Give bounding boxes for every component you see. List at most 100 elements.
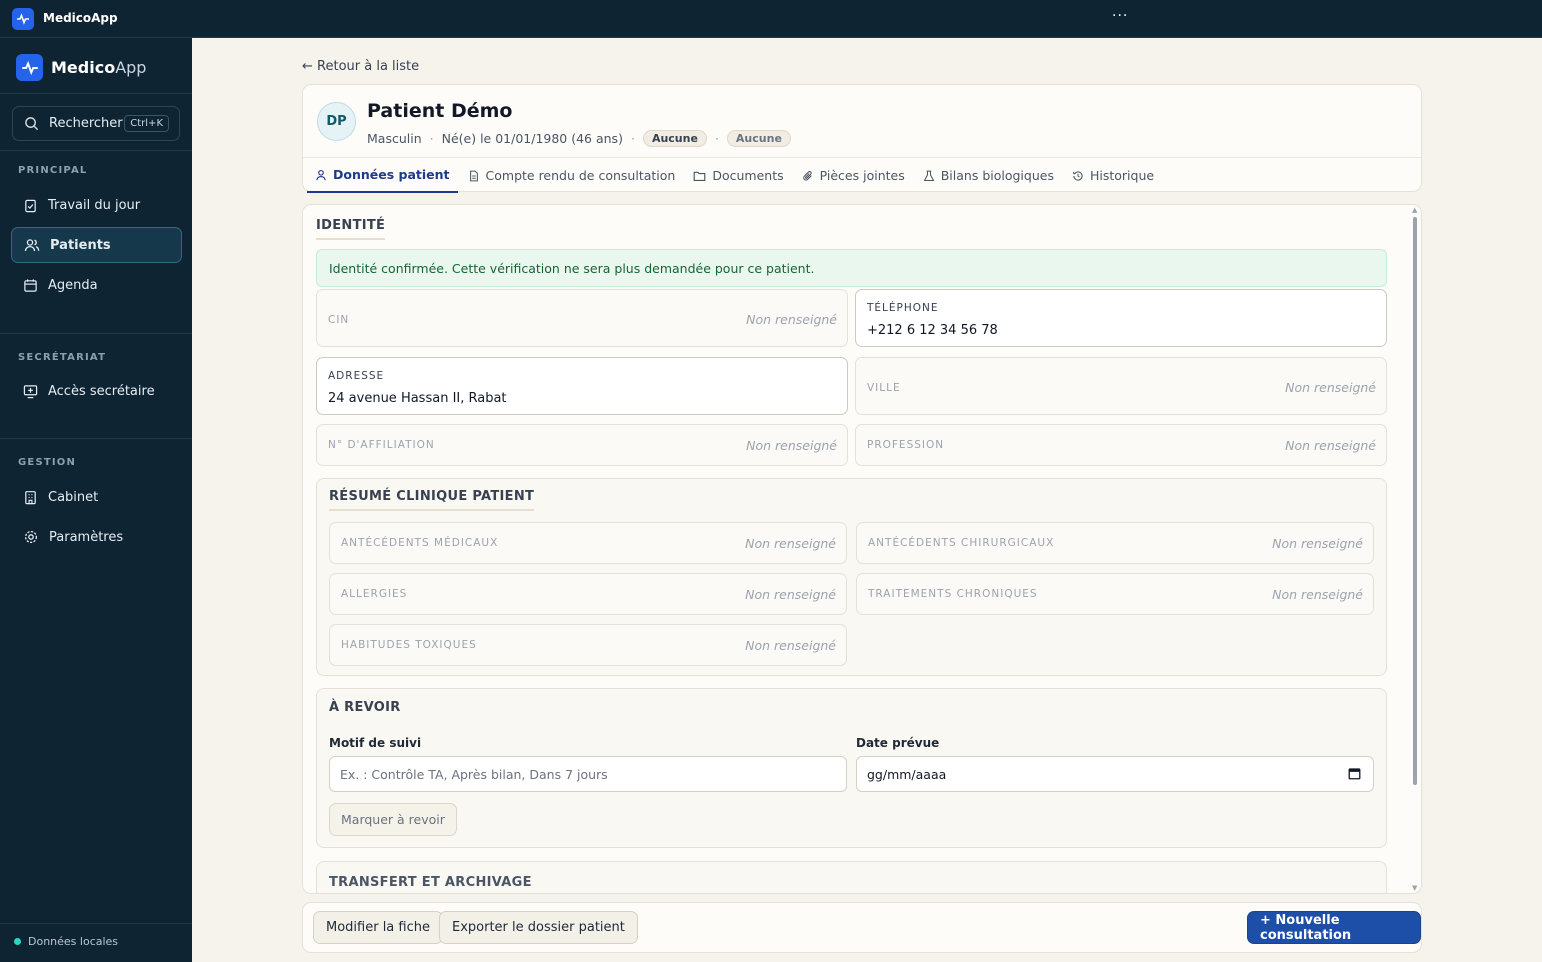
field-empty-value: Non renseigné [1285, 438, 1376, 453]
field-antecedents-chirurgicaux[interactable]: ANTÉCÉDENTS CHIRURGICAUX Non renseigné [856, 522, 1374, 564]
users-icon [24, 239, 40, 252]
tab-donnees-patient[interactable]: Données patient [307, 158, 458, 193]
sidebar-item-secretaire[interactable]: Accès secrétaire [11, 373, 182, 409]
window-menu-button[interactable]: ··· [1112, 8, 1128, 24]
search-button[interactable]: Rechercher Ctrl+K [12, 106, 180, 141]
sidebar-item-label: Paramètres [49, 529, 124, 545]
field-allergies[interactable]: ALLERGIES Non renseigné [329, 573, 847, 615]
search-icon [25, 117, 39, 131]
field-empty-value: Non renseigné [745, 536, 836, 551]
divider [0, 333, 192, 334]
section-title-a-revoir: À REVOIR [329, 700, 401, 715]
section-label-principal: PRINCIPAL [18, 165, 88, 176]
section-label-gestion: GESTION [18, 457, 77, 468]
tab-label: Bilans biologiques [940, 168, 1054, 183]
field-empty-value: Non renseigné [745, 587, 836, 602]
monitor-plus-icon [23, 384, 38, 398]
field-label: N° D'AFFILIATION [328, 439, 435, 451]
sidebar-item-travail[interactable]: Travail du jour [11, 187, 182, 223]
transfer-card: TRANSFERT ET ARCHIVAGE [316, 861, 1387, 893]
field-empty-value: Non renseigné [746, 312, 837, 327]
patient-sex: Masculin [367, 131, 422, 146]
sidebar-item-agenda[interactable]: Agenda [11, 267, 182, 303]
sidebar-item-label: Accès secrétaire [48, 383, 155, 399]
app-logo-icon [12, 8, 34, 30]
field-empty-value: Non renseigné [1285, 380, 1376, 395]
file-text-icon [469, 170, 478, 181]
avatar: DP [317, 102, 356, 141]
date-input[interactable]: gg/mm/aaaa [856, 756, 1374, 792]
status-badge: Aucune [726, 130, 791, 147]
separator: · [429, 131, 434, 146]
section-title-identite: IDENTITÉ [316, 218, 386, 240]
divider [0, 438, 192, 439]
tab-pieces-jointes[interactable]: Pièces jointes [794, 158, 913, 193]
field-adresse[interactable]: ADRESSE 24 avenue Hassan II, Rabat [316, 357, 848, 415]
section-title-transfert: TRANSFERT ET ARCHIVAGE [329, 875, 532, 890]
search-shortcut: Ctrl+K [124, 115, 169, 132]
field-label: TÉLÉPHONE [867, 302, 939, 314]
field-cin[interactable]: CIN Non renseigné [316, 289, 848, 347]
action-bar: Modifier la fiche Exporter le dossier pa… [302, 902, 1422, 953]
sidebar-item-label: Agenda [48, 277, 98, 293]
scroll-down-arrow-icon[interactable]: ▼ [1412, 884, 1417, 892]
section-title-resume-clinique: RÉSUMÉ CLINIQUE PATIENT [329, 489, 535, 511]
field-label: ANTÉCÉDENTS CHIRURGICAUX [868, 537, 1055, 549]
field-affiliation[interactable]: N° D'AFFILIATION Non renseigné [316, 424, 848, 466]
calendar-icon [24, 278, 37, 292]
clipboard-icon [25, 199, 36, 212]
exporter-dossier-button[interactable]: Exporter le dossier patient [439, 911, 638, 944]
modifier-fiche-button[interactable]: Modifier la fiche [313, 911, 443, 944]
flask-icon [923, 170, 935, 181]
field-label: ADRESSE [328, 370, 385, 382]
calendar-icon[interactable] [1348, 767, 1361, 780]
field-telephone[interactable]: TÉLÉPHONE +212 6 12 34 56 78 [855, 289, 1387, 347]
separator: · [630, 131, 635, 146]
patient-meta: Masculin · Né(e) le 01/01/1980 (46 ans) … [367, 130, 791, 147]
nouvelle-consultation-button[interactable]: + Nouvelle consultation [1247, 911, 1421, 944]
sidebar-item-parametres[interactable]: Paramètres [11, 519, 182, 555]
title-bar: MedicoApp ··· [0, 0, 1542, 38]
brand-name: MedicoApp [51, 58, 147, 77]
field-value: 24 avenue Hassan II, Rabat [328, 391, 507, 406]
tab-historique[interactable]: Historique [1064, 158, 1162, 193]
field-traitements-chroniques[interactable]: TRAITEMENTS CHRONIQUES Non renseigné [856, 573, 1374, 615]
sidebar-item-label: Patients [50, 237, 111, 253]
field-label: HABITUDES TOXIQUES [341, 639, 477, 651]
sidebar-item-patients[interactable]: Patients [11, 227, 182, 263]
patient-data-panel[interactable]: IDENTITÉ Identité confirmée. Cette vérif… [302, 204, 1422, 894]
paperclip-icon [802, 170, 812, 180]
scrollbar-thumb[interactable] [1413, 217, 1417, 785]
tab-label: Pièces jointes [819, 168, 905, 183]
revoir-card: À REVOIR Motif de suivi Ex. : Contrôle T… [316, 688, 1387, 848]
tab-bilans-biologiques[interactable]: Bilans biologiques [915, 158, 1062, 193]
divider [0, 150, 192, 151]
tab-label: Données patient [333, 167, 450, 182]
field-profession[interactable]: PROFESSION Non renseigné [855, 424, 1387, 466]
divider [0, 93, 192, 94]
history-icon [1072, 170, 1083, 181]
tab-compte-rendu[interactable]: Compte rendu de consultation [460, 158, 684, 193]
patient-dob: Né(e) le 01/01/1980 (46 ans) [441, 131, 623, 146]
local-data-label: Données locales [28, 935, 119, 948]
scroll-up-arrow-icon[interactable]: ▲ [1412, 206, 1417, 214]
section-label-secretariat: SECRÉTARIAT [18, 352, 107, 363]
mark-revoir-button[interactable]: Marquer à revoir [329, 803, 457, 836]
field-label: VILLE [867, 382, 901, 394]
field-ville[interactable]: VILLE Non renseigné [855, 357, 1387, 415]
field-antecedents-medicaux[interactable]: ANTÉCÉDENTS MÉDICAUX Non renseigné [329, 522, 847, 564]
field-habitudes-toxiques[interactable]: HABITUDES TOXIQUES Non renseigné [329, 624, 847, 666]
back-to-list-link[interactable]: ← Retour à la liste [302, 59, 419, 74]
patient-header-card: DP Patient Démo Masculin · Né(e) le 01/0… [302, 84, 1422, 193]
gear-icon [24, 530, 38, 544]
motif-input[interactable]: Ex. : Contrôle TA, Après bilan, Dans 7 j… [329, 756, 847, 792]
tab-label: Documents [712, 168, 784, 183]
tab-documents[interactable]: Documents [685, 158, 791, 193]
brand[interactable]: MedicoApp [16, 54, 146, 81]
tab-label: Historique [1089, 168, 1155, 183]
user-icon [316, 169, 326, 180]
sidebar-item-cabinet[interactable]: Cabinet [11, 479, 182, 515]
local-data-status: Données locales [14, 935, 118, 948]
identity-confirmed-alert: Identité confirmée. Cette vérification n… [316, 249, 1387, 287]
field-label: CIN [328, 314, 350, 326]
